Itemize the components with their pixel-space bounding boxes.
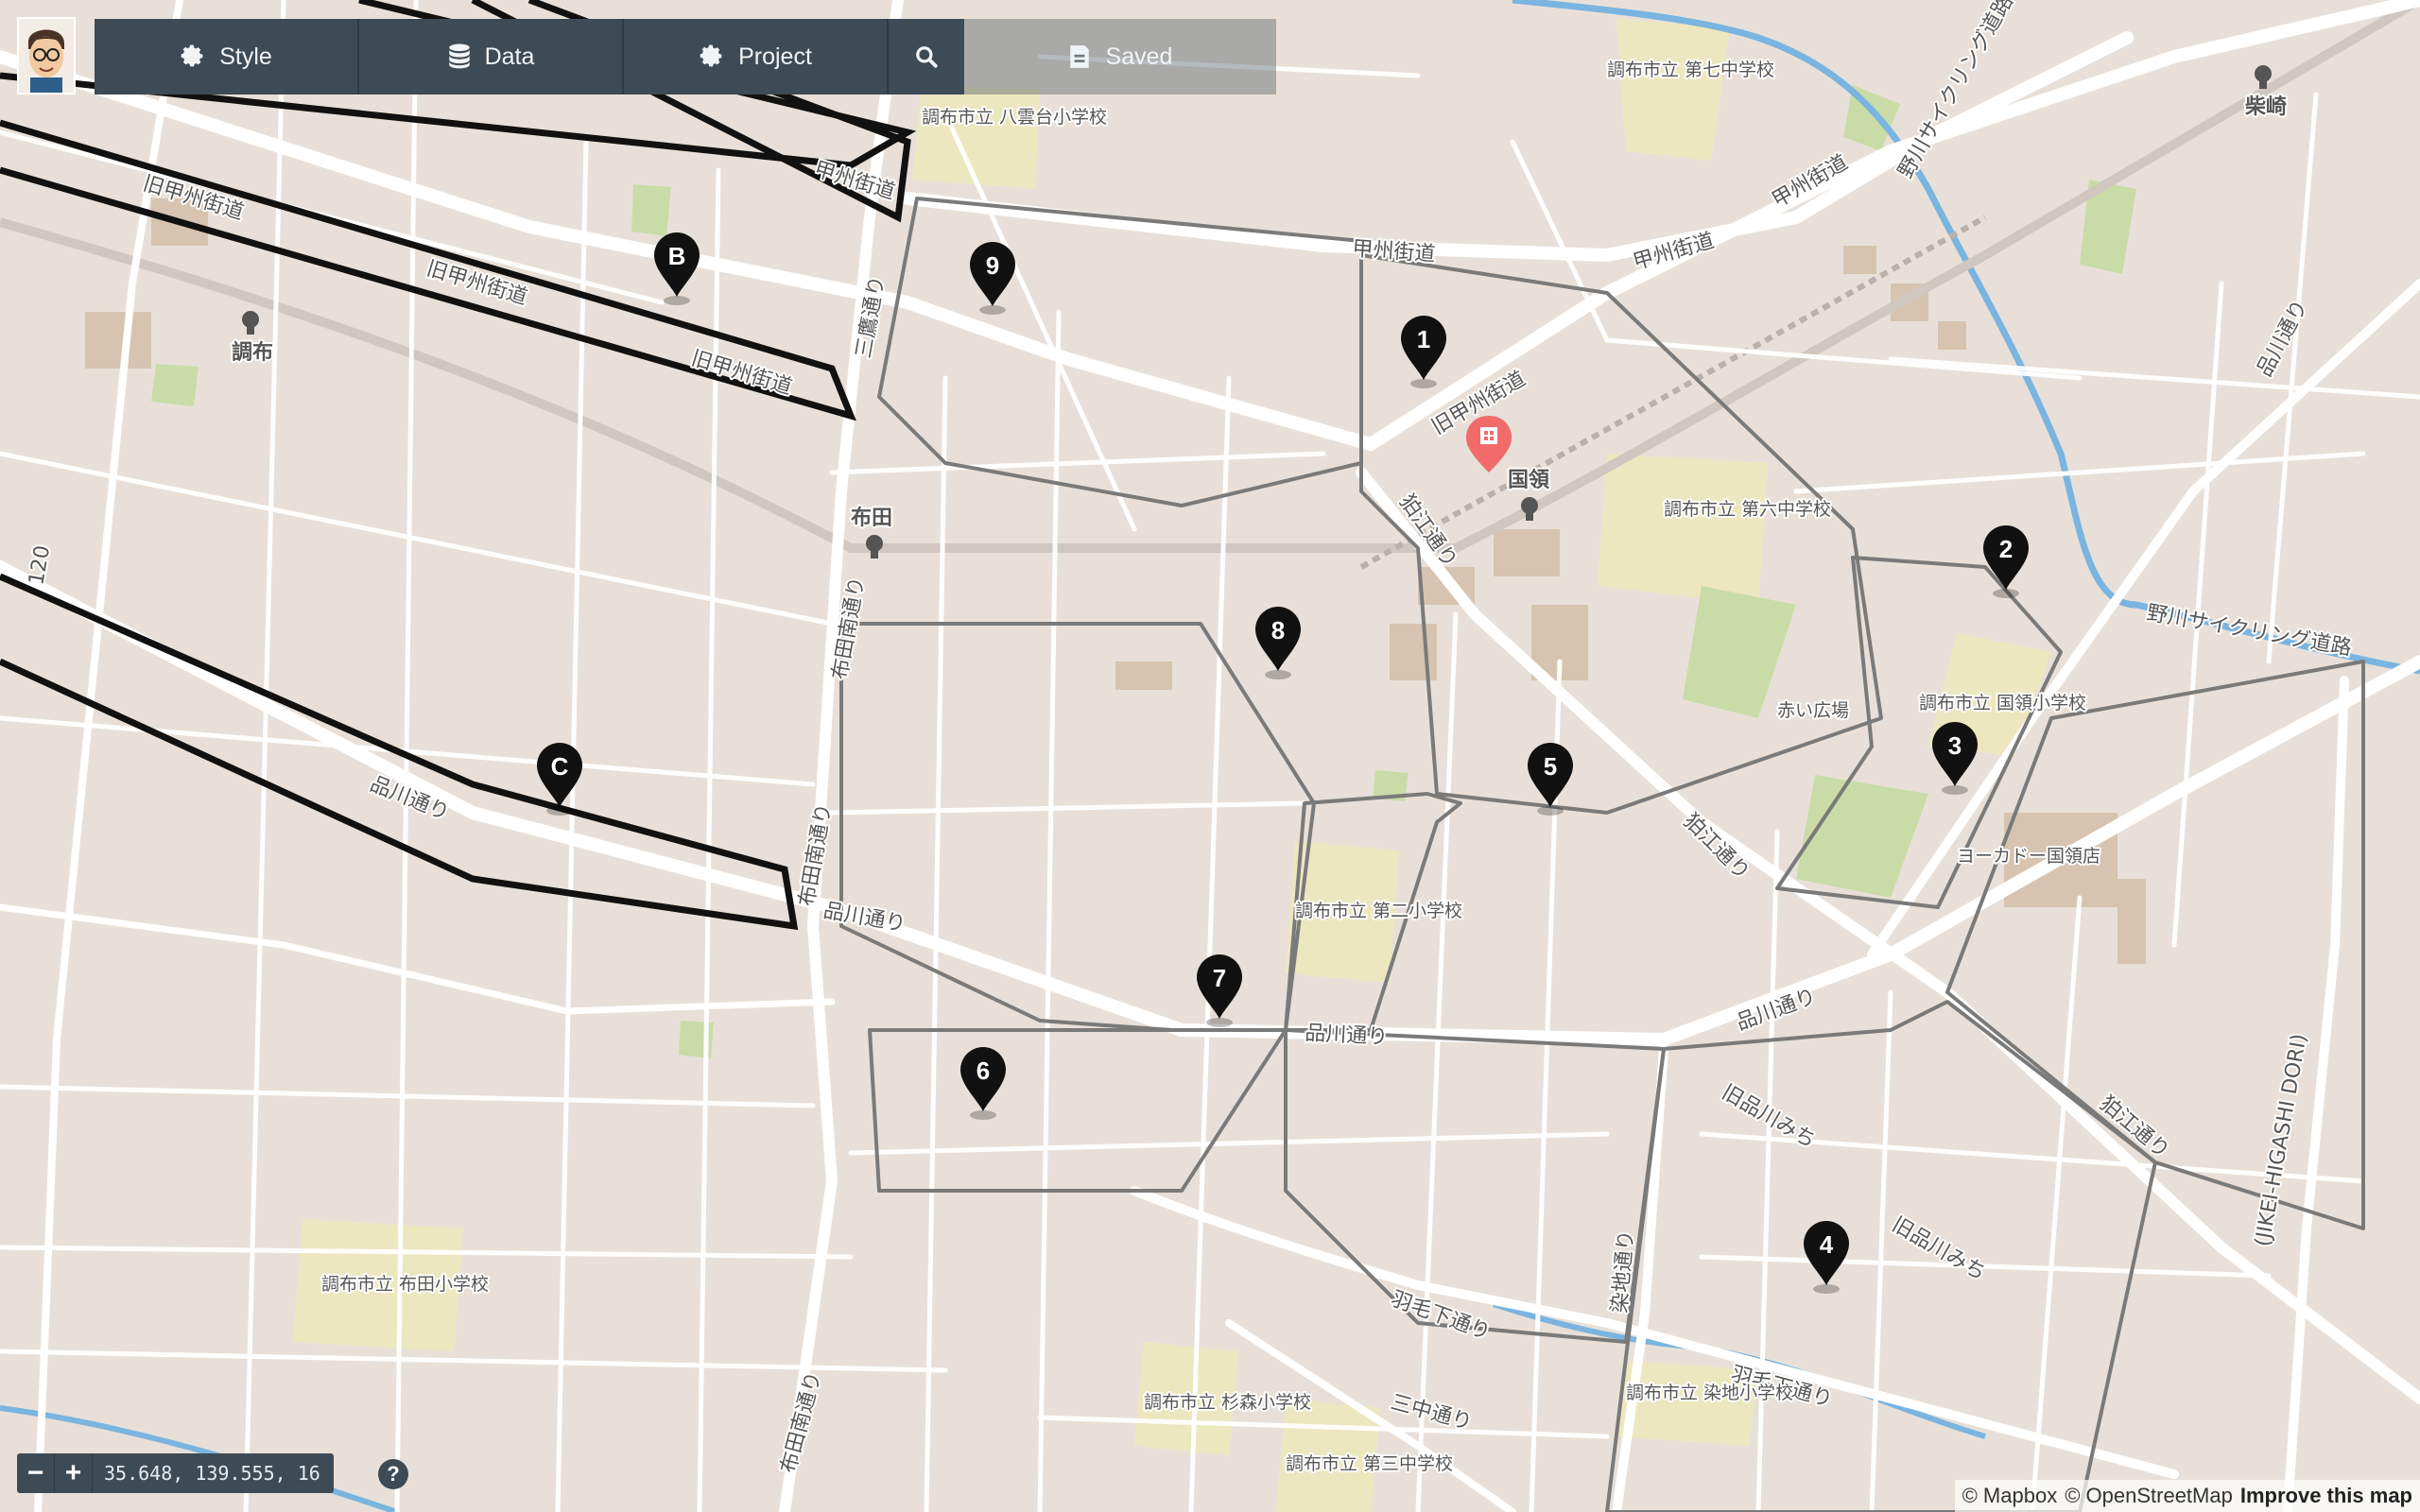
saved-status: Saved xyxy=(964,19,1276,94)
label-kokuryo-station: 国領 xyxy=(1508,468,1550,492)
user-avatar[interactable] xyxy=(17,17,76,94)
database-icon xyxy=(448,43,470,69)
map-marker-2-label: 2 xyxy=(1999,535,2013,563)
label-school-6: 調布市立 第六中学校 xyxy=(1664,499,1831,520)
map-marker-b-label: B xyxy=(668,242,686,270)
gear-icon xyxy=(181,44,203,67)
map-marker-1-label: 1 xyxy=(1417,325,1430,353)
improve-map-link[interactable]: Improve this map xyxy=(2240,1484,2412,1508)
osm-attribution-link[interactable]: © OpenStreetMap xyxy=(2065,1484,2233,1508)
map-attribution: © Mapbox © OpenStreetMap Improve this ma… xyxy=(1954,1480,2420,1512)
style-button[interactable]: Style xyxy=(95,19,359,94)
zoom-out-button[interactable]: − xyxy=(17,1453,55,1493)
top-toolbar: Style Data Project Saved xyxy=(95,19,1276,94)
gear-icon xyxy=(700,44,722,67)
label-shinagawa-dori-3: 品川通り xyxy=(1305,1022,1389,1050)
search-icon xyxy=(916,46,938,68)
label-fuda-station: 布田 xyxy=(851,506,892,530)
map-marker-4-label: 4 xyxy=(1820,1230,1834,1259)
label-school-7: 調布市立 第七中学校 xyxy=(1607,60,1774,80)
label-school-yakumodai: 調布市立 八雲台小学校 xyxy=(922,107,1107,128)
map-marker-9-label: 9 xyxy=(986,251,999,280)
data-button-label: Data xyxy=(484,43,535,70)
label-school-2: 調布市立 第二小学校 xyxy=(1295,901,1462,921)
label-akai-hiroba: 赤い広場 xyxy=(1777,700,1849,721)
label-school-fuda: 調布市立 布田小学校 xyxy=(321,1274,489,1295)
map-marker-c-label: C xyxy=(551,752,569,781)
label-school-sugimori: 調布市立 杉森小学校 xyxy=(1144,1392,1311,1413)
data-button[interactable]: Data xyxy=(359,19,624,94)
project-button[interactable]: Project xyxy=(624,19,889,94)
save-icon xyxy=(1069,45,1089,68)
mapbox-attribution-link[interactable]: © Mapbox xyxy=(1962,1484,2058,1508)
map-marker-5-label: 5 xyxy=(1544,752,1557,781)
project-button-label: Project xyxy=(738,43,812,70)
search-button[interactable] xyxy=(889,19,964,94)
map-marker-6-label: 6 xyxy=(977,1057,990,1085)
label-shibasaki-station: 柴崎 xyxy=(2244,95,2287,119)
zoom-coordinates-control: − + 35.648, 139.555, 16 xyxy=(17,1453,334,1493)
style-button-label: Style xyxy=(219,43,272,70)
map-marker-8-label: 8 xyxy=(1271,616,1285,644)
map-canvas[interactable]: 旧甲州街道 旧甲州街道 旧甲州街道 甲州街道 甲州街道 甲州街道 甲州街道 旧甲… xyxy=(0,0,2420,1512)
zoom-in-button[interactable]: + xyxy=(55,1453,93,1493)
help-button[interactable]: ? xyxy=(378,1459,408,1489)
map-marker-3-label: 3 xyxy=(1948,731,1962,760)
map-marker-7-label: 7 xyxy=(1213,964,1226,992)
coordinate-readout: 35.648, 139.555, 16 xyxy=(104,1462,320,1485)
label-school-somechi: 調布市立 染地小学校 xyxy=(1626,1383,1793,1403)
label-school-3: 調布市立 第三中学校 xyxy=(1286,1453,1453,1474)
saved-status-label: Saved xyxy=(1105,43,1173,70)
label-ito-yokado: ヨーカドー国領店 xyxy=(1957,846,2100,867)
label-school-kokuryo: 調布市立 国領小学校 xyxy=(1919,693,2086,713)
label-chofu-station: 調布 xyxy=(232,340,273,365)
